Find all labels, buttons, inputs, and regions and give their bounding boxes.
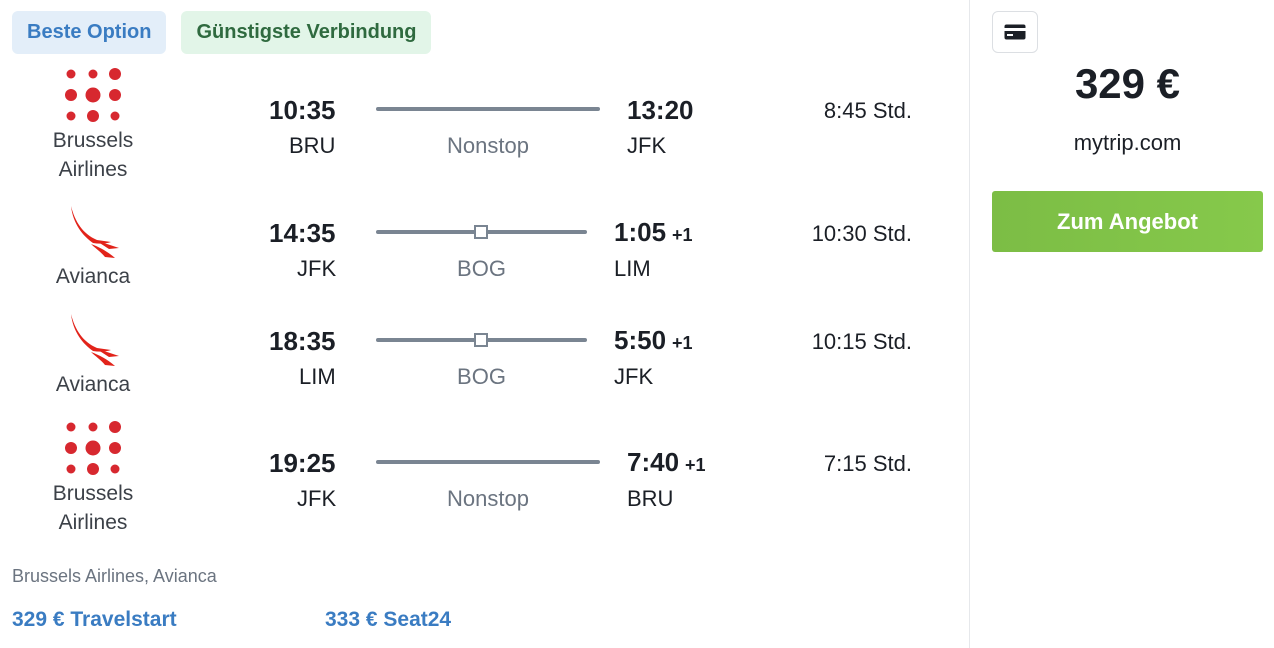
- arrival-time-value: 1:05: [614, 217, 667, 247]
- arrival-time-value: 7:40: [627, 447, 680, 477]
- airline-name-line1: Brussels: [52, 482, 134, 505]
- departure-time: 10:35: [269, 95, 336, 125]
- alternative-offer-seat24-link[interactable]: 333 € Seat24: [325, 608, 451, 632]
- booking-provider: mytrip.com: [1073, 130, 1182, 155]
- avianca-logo-icon: [71, 314, 119, 366]
- operating-carriers: Brussels Airlines, Avianca: [12, 566, 217, 586]
- airline-name-line2: Airlines: [58, 158, 128, 181]
- arrival-time: 7:40 +1: [627, 447, 706, 480]
- view-offer-button[interactable]: Zum Angebot: [992, 191, 1263, 252]
- arrival-airport: BRU: [627, 486, 674, 511]
- next-day-indicator: +1: [685, 455, 706, 475]
- badges: Beste Option Günstigste Verbindung: [12, 11, 432, 54]
- stopover-marker: [474, 333, 488, 347]
- flight-duration: 8:45 Std.: [823, 98, 912, 123]
- price: 329 €: [1074, 60, 1181, 107]
- flight-duration: 10:30 Std.: [811, 221, 912, 246]
- departure-time: 19:25: [269, 448, 336, 478]
- arrival-time: 1:05 +1: [614, 217, 693, 250]
- flight-duration: 7:15 Std.: [823, 451, 912, 476]
- credit-card-icon: [1004, 24, 1026, 40]
- airline-name-line2: Airlines: [58, 511, 128, 534]
- arrival-airport: JFK: [614, 364, 654, 389]
- next-day-indicator: +1: [672, 225, 693, 245]
- best-option-badge[interactable]: Beste Option: [12, 11, 167, 54]
- stopover-marker: [474, 225, 488, 239]
- stopover-airport: BOG: [457, 256, 506, 281]
- airline-name-line1: Brussels: [52, 129, 134, 152]
- airline-avianca-1: Avianca: [28, 204, 158, 291]
- price-panel: 329 € mytrip.com Zum Angebot: [970, 0, 1274, 648]
- brussels-airlines-logo-icon: [65, 421, 121, 475]
- stops-label: Nonstop: [447, 486, 529, 511]
- alternative-offer-travelstart-link[interactable]: 329 € Travelstart: [12, 608, 177, 632]
- arrival-time: 5:50 +1: [614, 325, 693, 358]
- arrival-time-value: 5:50: [614, 325, 667, 355]
- stops-label: Nonstop: [447, 133, 529, 158]
- route-line: [376, 107, 600, 111]
- departure-airport: JFK: [297, 256, 337, 281]
- departure-time: 18:35: [269, 326, 336, 356]
- departure-time: 14:35: [269, 218, 336, 248]
- flight-duration: 10:15 Std.: [811, 329, 912, 354]
- payment-info-button[interactable]: [992, 11, 1038, 53]
- departure-airport: JFK: [297, 486, 337, 511]
- airline-brussels-2: Brussels Airlines: [28, 421, 158, 537]
- arrival-airport: JFK: [627, 133, 667, 158]
- airline-brussels-1: Brussels Airlines: [28, 68, 158, 184]
- departure-airport: BRU: [289, 133, 336, 158]
- next-day-indicator: +1: [672, 333, 693, 353]
- arrival-time-value: 13:20: [627, 95, 694, 125]
- flight-result-details: Beste Option Günstigste Verbindung Bruss…: [0, 0, 970, 648]
- arrival-time: 13:20: [627, 95, 694, 125]
- cheapest-connection-badge[interactable]: Günstigste Verbindung: [181, 11, 432, 54]
- airline-name: Avianca: [55, 265, 131, 288]
- departure-airport: LIM: [299, 364, 336, 389]
- route-line: [376, 460, 600, 464]
- arrival-airport: LIM: [614, 256, 651, 281]
- airline-name: Avianca: [55, 373, 131, 396]
- brussels-airlines-logo-icon: [65, 68, 121, 122]
- stopover-airport: BOG: [457, 364, 506, 389]
- airline-avianca-2: Avianca: [28, 312, 158, 399]
- avianca-logo-icon: [71, 206, 119, 258]
